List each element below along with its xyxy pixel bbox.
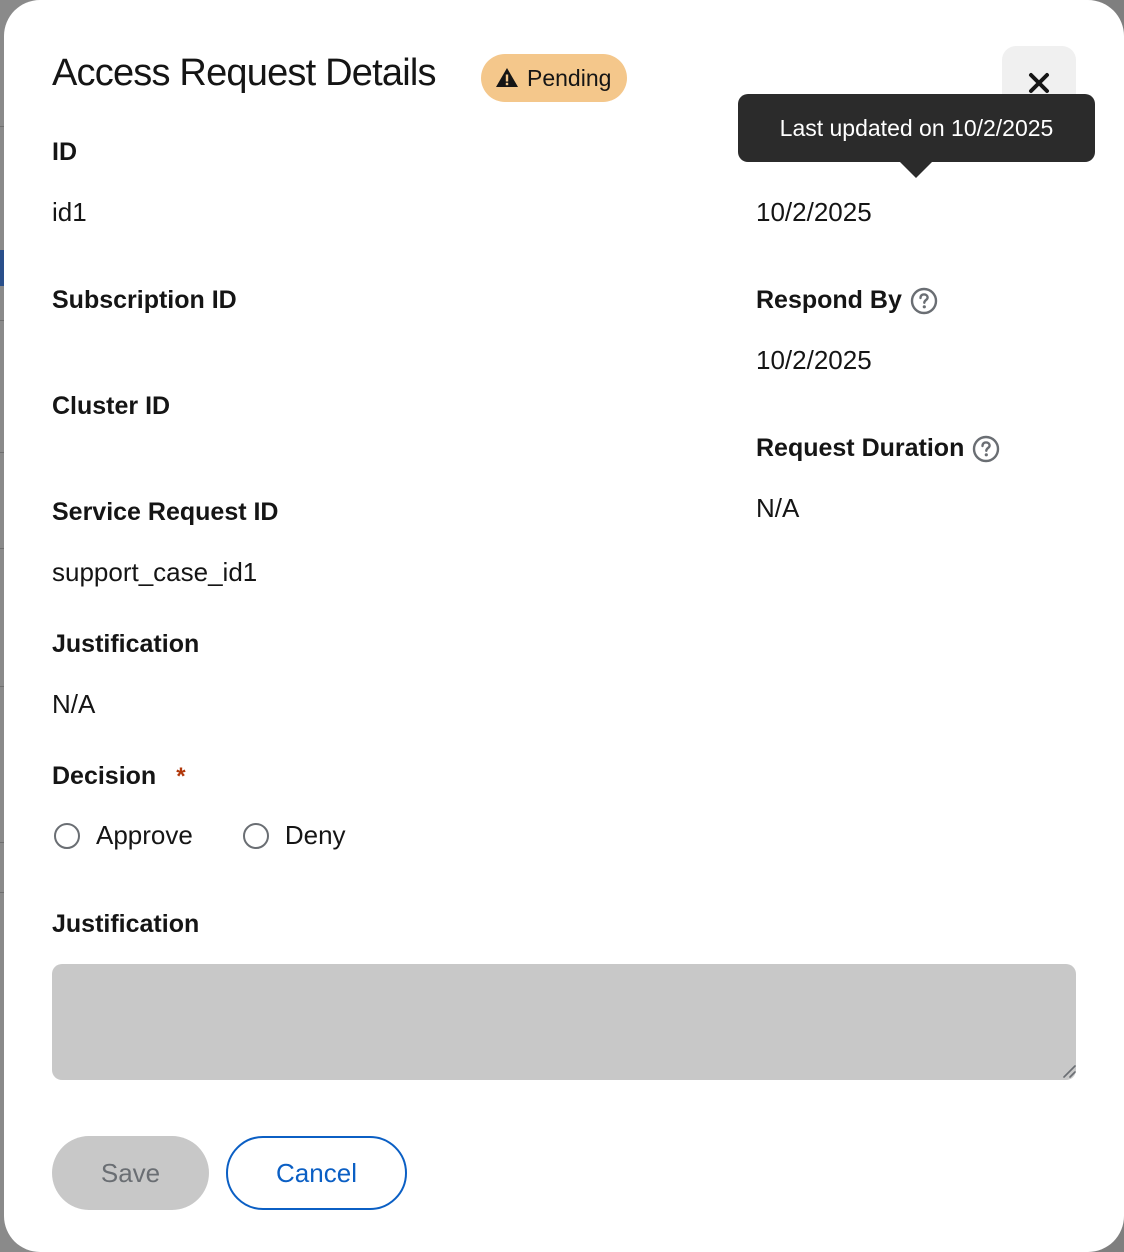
close-icon <box>1029 73 1049 93</box>
respond-by-label: Respond By <box>756 286 938 315</box>
help-icon[interactable] <box>910 287 938 315</box>
request-duration-label: Request Duration <box>756 434 1000 463</box>
save-button[interactable]: Save <box>52 1136 209 1210</box>
respond-by-label-text: Respond By <box>756 286 902 314</box>
service-request-id-label-text: Service Request ID <box>52 498 279 526</box>
subscription-id-label: Subscription ID <box>52 286 237 315</box>
approve-radio-label[interactable]: Approve <box>96 820 193 851</box>
status-badge: Pending <box>481 54 628 102</box>
help-icon[interactable] <box>972 435 1000 463</box>
decision-label: Decision * <box>52 762 186 791</box>
cluster-id-label-text: Cluster ID <box>52 392 171 420</box>
approve-radio[interactable]: Approve <box>52 820 193 851</box>
justification-label-text: Justification <box>52 630 200 658</box>
decision-radio-group: Approve Deny <box>52 820 394 851</box>
cancel-button[interactable]: Cancel <box>226 1136 407 1210</box>
id-label: ID <box>52 138 77 167</box>
id-label-text: ID <box>52 138 77 166</box>
id-value: id1 <box>52 197 87 227</box>
created-time-value: 10/2/2025 <box>756 197 872 227</box>
justification-value: N/A <box>52 689 96 719</box>
service-request-id-label: Service Request ID <box>52 498 279 527</box>
deny-radio-circle[interactable] <box>242 822 269 849</box>
resize-handle-icon[interactable] <box>1060 1062 1076 1078</box>
cluster-id-label: Cluster ID <box>52 392 170 421</box>
status-badge-label: Pending <box>527 64 612 91</box>
justification-input-label-text: Justification <box>52 910 200 938</box>
justification-textarea[interactable] <box>52 964 1076 1080</box>
justification-label: Justification <box>52 630 199 659</box>
respond-by-value: 10/2/2025 <box>756 345 872 375</box>
deny-radio-label[interactable]: Deny <box>285 820 346 851</box>
last-updated-tooltip: Last updated on 10/2/2025 <box>738 94 1095 178</box>
deny-radio[interactable]: Deny <box>241 820 346 851</box>
warning-icon <box>496 68 518 87</box>
modal-title: Access Request Details <box>52 52 436 94</box>
access-request-modal: Access Request Details Pending ID id1 Su… <box>4 0 1124 1252</box>
service-request-id-value: support_case_id1 <box>52 557 258 587</box>
request-duration-value: N/A <box>756 493 800 523</box>
request-duration-label-text: Request Duration <box>756 434 965 462</box>
approve-radio-circle[interactable] <box>54 822 80 849</box>
decision-label-text: Decision <box>52 762 157 790</box>
justification-input-label: Justification <box>52 910 199 939</box>
subscription-id-label-text: Subscription ID <box>52 286 237 314</box>
required-indicator: * <box>176 762 186 790</box>
